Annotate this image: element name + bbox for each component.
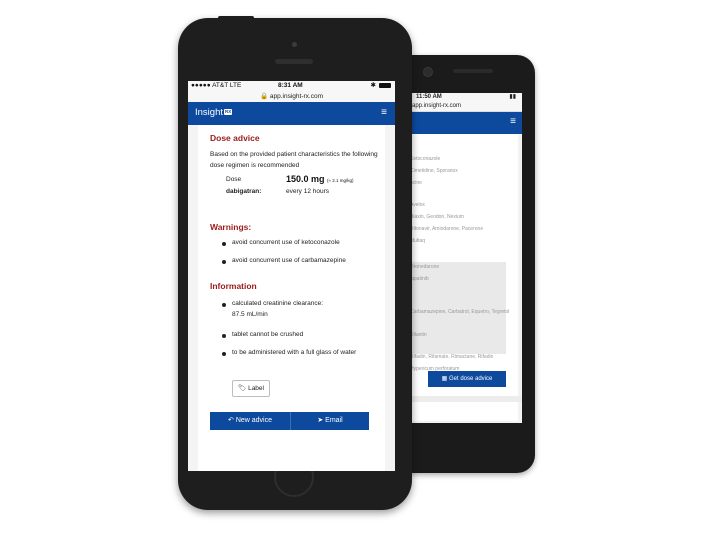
hamburger-icon[interactable]: ≡ bbox=[381, 107, 387, 119]
android-phone: 11:50 AM ▮▮ app.insight-rx.com ≡ Ketocon… bbox=[395, 55, 535, 473]
drug-label: dabigatran: bbox=[226, 188, 262, 195]
warning-item: avoid concurrent use of carbamazepine bbox=[232, 257, 346, 264]
get-dose-advice-button[interactable]: ▦ Get dose advice bbox=[428, 371, 506, 387]
form-line: Dronedarone bbox=[410, 264, 440, 270]
android-status-bar: 11:50 AM ▮▮ bbox=[410, 93, 522, 102]
form-line: Ritonavir, Amiodarone, Pacerone bbox=[410, 226, 484, 232]
bluetooth-icon: ✱ bbox=[370, 82, 376, 89]
dose-value: 150.0 mg (≈ 2.1 mg/kg) bbox=[286, 174, 354, 184]
dose-advice-card: Dose advice Based on the provided patien… bbox=[198, 125, 385, 471]
form-line: Avelox bbox=[410, 202, 425, 208]
android-navbar: ≡ bbox=[410, 112, 522, 134]
label-button[interactable]: 🏷 Label bbox=[232, 380, 270, 397]
battery-icon: ✱ bbox=[371, 81, 391, 91]
android-battery-icon: ▮▮ bbox=[509, 94, 516, 100]
brand-logo[interactable]: Insight RX bbox=[195, 107, 233, 119]
send-icon: ➤ bbox=[317, 417, 324, 424]
speaker-grille bbox=[275, 59, 313, 64]
information-item: calculated creatinine clearance: 87.5 mL… bbox=[232, 300, 324, 318]
android-status-time: 11:50 AM bbox=[416, 94, 442, 100]
bullet-icon bbox=[222, 260, 226, 264]
dose-advice-intro: Based on the provided patient characteri… bbox=[210, 151, 378, 169]
android-screen: 11:50 AM ▮▮ app.insight-rx.com ≡ Ketocon… bbox=[410, 93, 522, 423]
android-footer bbox=[410, 396, 522, 402]
power-button bbox=[218, 16, 254, 20]
status-time: 8:31 AM bbox=[278, 82, 303, 89]
camera-icon bbox=[292, 42, 297, 47]
lock-icon: 🔒 bbox=[259, 93, 269, 100]
url-bar[interactable]: 🔒 app.insight-rx.com bbox=[188, 91, 395, 102]
speaker-grille bbox=[453, 69, 493, 73]
status-bar: ●●●●● AT&T LTE 8:31 AM ✱ bbox=[188, 81, 395, 91]
dose-advice-heading: Dose advice bbox=[210, 133, 260, 143]
new-advice-label: New advice bbox=[235, 417, 272, 424]
calculator-icon: ▦ bbox=[441, 376, 449, 382]
email-button[interactable]: ➤ Email bbox=[291, 412, 369, 430]
action-button-bar: ↶ New advice ➤ Email bbox=[210, 412, 369, 430]
iphone-screen: ●●●●● AT&T LTE 8:31 AM ✱ 🔒 app.insight-r… bbox=[188, 81, 395, 471]
information-item: to be administered with a full glass of … bbox=[232, 349, 357, 356]
app-navbar: Insight RX ≡ bbox=[188, 102, 395, 125]
form-line: Biaxin, Geodon, Nexium bbox=[410, 214, 464, 220]
warnings-heading: Warnings: bbox=[210, 222, 252, 232]
form-line: Rifadin, Rifamate, Rimactane, Rifadin bbox=[410, 354, 494, 360]
form-line: lapatinib bbox=[410, 276, 429, 282]
carrier-signal: ●●●●● AT&T LTE bbox=[191, 82, 242, 89]
android-form: Ketoconazole Cimetidine, Sporanox ocine … bbox=[410, 134, 522, 421]
url-text: app.insight-rx.com bbox=[269, 93, 323, 100]
reply-icon: ↶ bbox=[227, 417, 234, 424]
form-line: Carbamazepine, Carbatrol, Equetro, Tegre… bbox=[410, 309, 510, 315]
camera-icon bbox=[423, 67, 433, 77]
information-item: tablet cannot be crushed bbox=[232, 331, 304, 338]
get-dose-advice-label: Get dose advice bbox=[448, 376, 493, 382]
bullet-icon bbox=[222, 352, 226, 356]
brand-name: Insight bbox=[195, 107, 223, 118]
android-url-bar[interactable]: app.insight-rx.com bbox=[410, 102, 522, 112]
iphone: ●●●●● AT&T LTE 8:31 AM ✱ 🔒 app.insight-r… bbox=[178, 16, 412, 510]
dose-per-kg: (≈ 2.1 mg/kg) bbox=[327, 178, 354, 183]
warning-item: avoid concurrent use of ketoconazole bbox=[232, 239, 340, 246]
email-label: Email bbox=[325, 417, 343, 424]
bullet-icon bbox=[222, 303, 226, 307]
form-line: Dilantin bbox=[410, 332, 427, 338]
form-line: Cimetidine, Sporanox bbox=[410, 168, 458, 174]
information-heading: Information bbox=[210, 281, 257, 291]
bullet-icon bbox=[222, 242, 226, 246]
tag-icon: 🏷 bbox=[238, 385, 247, 392]
dose-amount: 150.0 mg bbox=[286, 174, 325, 184]
label-button-text: Label bbox=[248, 385, 264, 392]
bullet-icon bbox=[222, 334, 226, 338]
new-advice-button[interactable]: ↶ New advice bbox=[210, 412, 290, 430]
brand-badge: RX bbox=[224, 109, 233, 116]
dose-frequency: every 12 hours bbox=[286, 188, 329, 195]
dose-label: Dose bbox=[226, 176, 242, 183]
hamburger-icon[interactable]: ≡ bbox=[510, 116, 516, 127]
form-line: Multaq bbox=[410, 238, 426, 244]
form-line: Ketoconazole bbox=[410, 156, 441, 162]
